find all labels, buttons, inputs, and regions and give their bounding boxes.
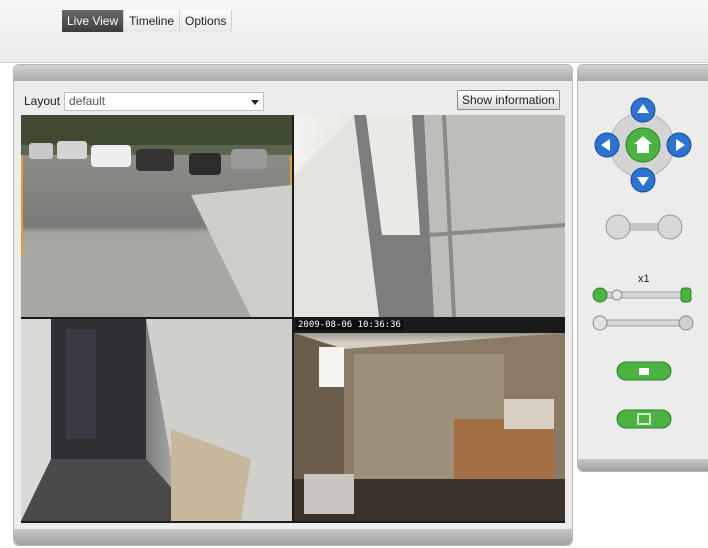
dropdown-arrow-icon [251, 99, 260, 105]
layout-dropdown[interactable]: default [64, 91, 265, 111]
camera-view-window[interactable] [294, 115, 565, 317]
pan-left-button[interactable] [594, 132, 620, 158]
tab-live-view[interactable]: Live View [62, 10, 125, 32]
tab-timeline[interactable]: Timeline [124, 10, 181, 32]
panel-header [14, 65, 572, 81]
live-view-panel: Layout default Show information 2009-08-… [13, 64, 573, 546]
garage-image [294, 319, 565, 521]
control-panel-footer [578, 459, 708, 471]
window-image [294, 115, 565, 317]
tab-options[interactable]: Options [180, 10, 233, 32]
home-position-button[interactable] [625, 127, 661, 163]
focus-far-button[interactable] [658, 219, 682, 243]
camera-view-garage[interactable]: 2009-08-06 10:36:36 [294, 319, 565, 521]
snapshot-button[interactable] [616, 361, 672, 381]
pan-up-button[interactable] [630, 97, 656, 123]
hallway-image [21, 319, 292, 521]
pan-down-button[interactable] [630, 167, 656, 193]
zoom-level-label: x1 [638, 273, 650, 285]
panel-footer [14, 529, 572, 545]
ptz-control-panel: x1 [577, 64, 708, 472]
camera-view-hallway[interactable] [21, 319, 292, 521]
tab-bar: Live View Timeline Options [62, 10, 233, 32]
layout-selected-value: default [69, 93, 106, 108]
focus-near-button[interactable] [610, 219, 634, 243]
record-button[interactable] [616, 409, 672, 429]
camera-timestamp: 2009-08-06 10:36:36 [296, 320, 403, 330]
show-information-button[interactable]: Show information [457, 90, 560, 110]
parking-lot-image [21, 115, 292, 317]
layout-label: Layout [24, 94, 61, 108]
layout-row: Layout default [24, 91, 265, 111]
top-bar: Live View Timeline Options [0, 0, 708, 63]
control-panel-header [578, 65, 708, 81]
camera-grid: 2009-08-06 10:36:36 [21, 115, 565, 523]
zoom-slider[interactable] [592, 287, 696, 303]
pan-right-button[interactable] [666, 132, 692, 158]
camera-view-parking-lot[interactable] [21, 115, 292, 317]
iris-slider[interactable] [592, 315, 696, 331]
